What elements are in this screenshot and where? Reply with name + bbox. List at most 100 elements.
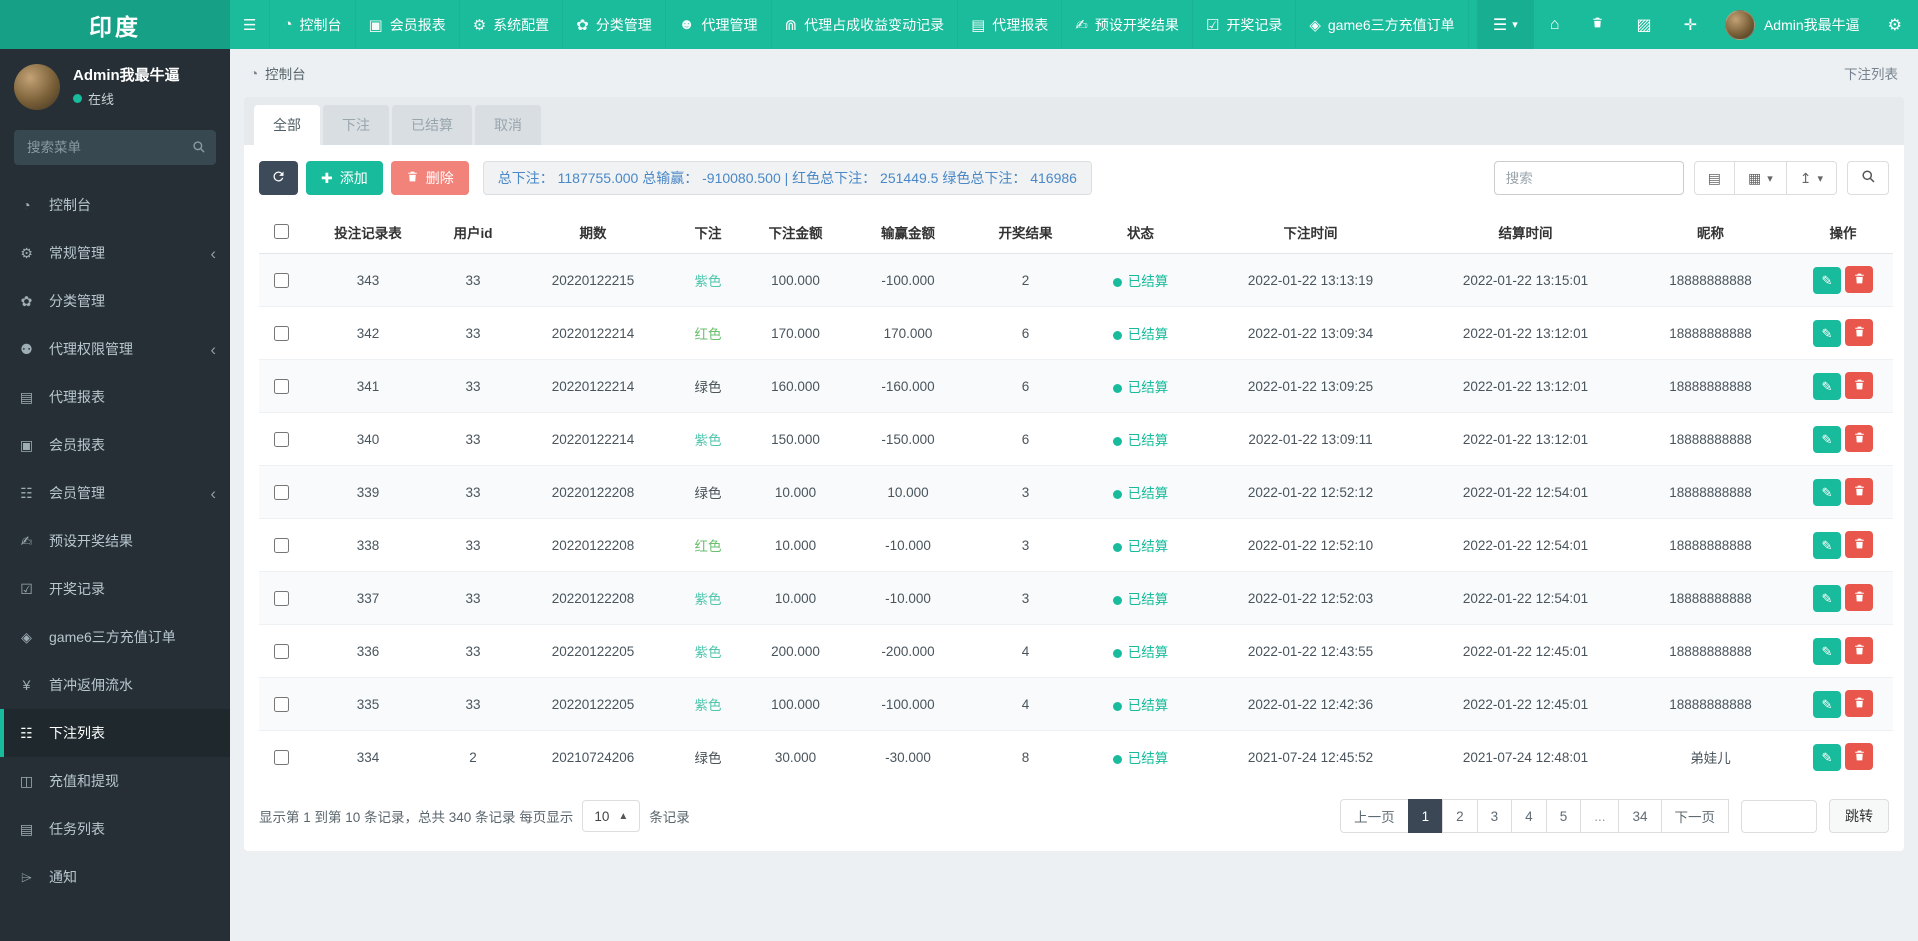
page-button-34[interactable]: 34 <box>1618 799 1662 833</box>
row-checkbox[interactable] <box>274 537 289 553</box>
edit-row-button[interactable]: ✎ <box>1813 267 1841 294</box>
edit-row-button[interactable]: ✎ <box>1813 426 1841 453</box>
tab-下注[interactable]: 下注 <box>323 105 389 145</box>
cell-result: 4 <box>968 624 1083 678</box>
sidebar-toggle[interactable]: ☰ <box>230 0 271 49</box>
sidebar-item-下注列表[interactable]: ☷ 下注列表 <box>0 709 230 757</box>
user-menu[interactable]: Admin我最牛逼 <box>1713 0 1872 49</box>
add-button[interactable]: ✚ 添加 <box>306 161 383 195</box>
top-nav-item-系统配置[interactable]: ⚙ 系统配置 <box>460 0 564 49</box>
edit-row-button[interactable]: ✎ <box>1813 532 1841 559</box>
fullscreen-button[interactable]: ✛ <box>1668 0 1713 49</box>
main-content: ◔ 控制台 下注列表 全部 下注 已结算 取消 ✚ 添加 删除 总下注： 1187755… <box>230 0 1918 851</box>
delete-row-button[interactable] <box>1845 584 1873 611</box>
sidebar-item-会员报表[interactable]: ▣ 会员报表 <box>0 421 230 469</box>
delete-row-button[interactable] <box>1845 743 1873 770</box>
page-button-4[interactable]: 4 <box>1511 799 1547 833</box>
sidebar-item-通知[interactable]: ⌲ 通知 <box>0 853 230 901</box>
sidebar-item-代理权限管理[interactable]: ⚉ 代理权限管理 ‹ <box>0 325 230 373</box>
select-all-checkbox[interactable] <box>274 224 289 239</box>
delete-button[interactable]: 删除 <box>390 161 469 195</box>
delete-row-button[interactable] <box>1845 478 1873 505</box>
top-nav-item-分类管理[interactable]: ✿ 分类管理 <box>563 0 666 49</box>
top-nav-item-预设开奖结果[interactable]: ✍ 预设开奖结果 <box>1062 0 1193 49</box>
sidebar-item-控制台[interactable]: ◔ 控制台 <box>0 181 230 229</box>
row-checkbox[interactable] <box>274 325 289 341</box>
sidebar-item-game6三方充值订单[interactable]: ◈ game6三方充值订单 <box>0 613 230 661</box>
row-checkbox[interactable] <box>274 643 289 659</box>
toggle-columns-button[interactable]: ▤ <box>1693 161 1735 195</box>
settings-button[interactable]: ⚙ <box>1872 0 1918 49</box>
trash-button[interactable] <box>1575 0 1620 49</box>
delete-row-button[interactable] <box>1845 637 1873 664</box>
grid-view-button[interactable]: ▦ ▾ <box>1733 161 1787 195</box>
delete-row-button[interactable] <box>1845 531 1873 558</box>
tab-已结算[interactable]: 已结算 <box>392 105 472 145</box>
refresh-button[interactable] <box>259 161 298 195</box>
top-nav-item-game6三方充值订单[interactable]: ◈ game6三方充值订单 <box>1296 0 1469 49</box>
row-checkbox[interactable] <box>274 484 289 500</box>
sidebar-item-预设开奖结果[interactable]: ✍ 预设开奖结果 <box>0 517 230 565</box>
sidebar-search-input[interactable] <box>14 130 216 165</box>
edit-row-button[interactable]: ✎ <box>1813 373 1841 400</box>
edit-row-button[interactable]: ✎ <box>1813 320 1841 347</box>
prev-page-button[interactable]: 上一页 <box>1340 799 1409 833</box>
home-button[interactable]: ⌂ <box>1534 0 1576 49</box>
table-search-input[interactable] <box>1493 161 1684 195</box>
tab-全部[interactable]: 全部 <box>254 105 320 145</box>
breadcrumb[interactable]: ◔ 控制台 <box>250 63 306 83</box>
page-button-5[interactable]: 5 <box>1545 799 1582 833</box>
columns-icon: ▤ <box>1707 169 1721 186</box>
top-nav-item-会员报表[interactable]: ▣ 会员报表 <box>356 0 460 49</box>
sidebar-item-分类管理[interactable]: ✿ 分类管理 <box>0 277 230 325</box>
delete-row-button[interactable] <box>1845 319 1873 346</box>
menu-dropdown-button[interactable]: ☰ ▾ <box>1476 0 1534 49</box>
page-button-3[interactable]: 3 <box>1476 799 1513 833</box>
row-checkbox[interactable] <box>274 431 289 447</box>
top-nav-item-控制台[interactable]: ◔ 控制台 <box>270 0 356 49</box>
row-checkbox[interactable] <box>274 749 289 765</box>
jump-button[interactable]: 跳转 <box>1829 799 1889 833</box>
cell-actions: ✎ <box>1793 253 1893 307</box>
top-nav-item-代理占成收益变动记录[interactable]: ⋒ 代理占成收益变动记录 <box>772 0 959 49</box>
delete-row-button[interactable] <box>1845 372 1873 399</box>
sidebar-item-充值和提现[interactable]: ◫ 充值和提现 <box>0 757 230 805</box>
delete-row-button[interactable] <box>1845 690 1873 717</box>
page-button-1[interactable]: 1 <box>1407 799 1444 833</box>
row-checkbox[interactable] <box>274 590 289 606</box>
sidebar-item-会员管理[interactable]: ☷ 会员管理 ‹ <box>0 469 230 517</box>
top-nav-item-代理报表[interactable]: ▤ 代理报表 <box>958 0 1063 49</box>
page-button-2[interactable]: 2 <box>1442 799 1478 833</box>
next-page-button[interactable]: 下一页 <box>1660 799 1729 833</box>
sidebar-item-首冲返佣流水[interactable]: ¥ 首冲返佣流水 <box>0 661 230 709</box>
edit-row-button[interactable]: ✎ <box>1813 744 1841 771</box>
refresh-icon <box>271 169 286 187</box>
tab-取消[interactable]: 取消 <box>475 105 541 145</box>
search-button[interactable] <box>1847 161 1889 195</box>
export-button[interactable]: ↥ ▾ <box>1785 161 1837 195</box>
grid-icon: ▦ <box>1747 169 1762 186</box>
delete-row-button[interactable] <box>1845 425 1873 452</box>
sidebar-item-代理报表[interactable]: ▤ 代理报表 <box>0 373 230 421</box>
sidebar-item-常规管理[interactable]: ⚙ 常规管理 ‹ <box>0 229 230 277</box>
sidebar-item-开奖记录[interactable]: ☑ 开奖记录 <box>0 565 230 613</box>
edit-row-button[interactable]: ✎ <box>1813 638 1841 665</box>
table-row: 334 2 20210724206 绿色 30.000 -30.000 8 已结算 2021-0… <box>259 730 1893 783</box>
home-icon: ⌂ <box>1549 15 1560 33</box>
status-dot-icon <box>1112 277 1122 287</box>
top-nav-item-开奖记录[interactable]: ☑ 开奖记录 <box>1193 0 1297 49</box>
jump-page-input[interactable] <box>1741 799 1817 833</box>
cell-actions: ✎ <box>1793 306 1893 360</box>
brand-logo[interactable]: 印度 <box>0 0 230 49</box>
row-checkbox[interactable] <box>274 272 289 288</box>
row-checkbox[interactable] <box>274 378 289 394</box>
edit-row-button[interactable]: ✎ <box>1813 479 1841 506</box>
edit-row-button[interactable]: ✎ <box>1813 585 1841 612</box>
row-checkbox[interactable] <box>274 696 289 712</box>
top-nav-item-代理管理[interactable]: ☻ 代理管理 <box>666 0 772 49</box>
delete-row-button[interactable] <box>1845 266 1873 293</box>
edit-row-button[interactable]: ✎ <box>1813 691 1841 718</box>
sidebar-item-任务列表[interactable]: ▤ 任务列表 <box>0 805 230 853</box>
logs-button[interactable]: ▨ <box>1620 0 1667 49</box>
page-size-select[interactable]: 10 ▲ <box>582 800 641 832</box>
